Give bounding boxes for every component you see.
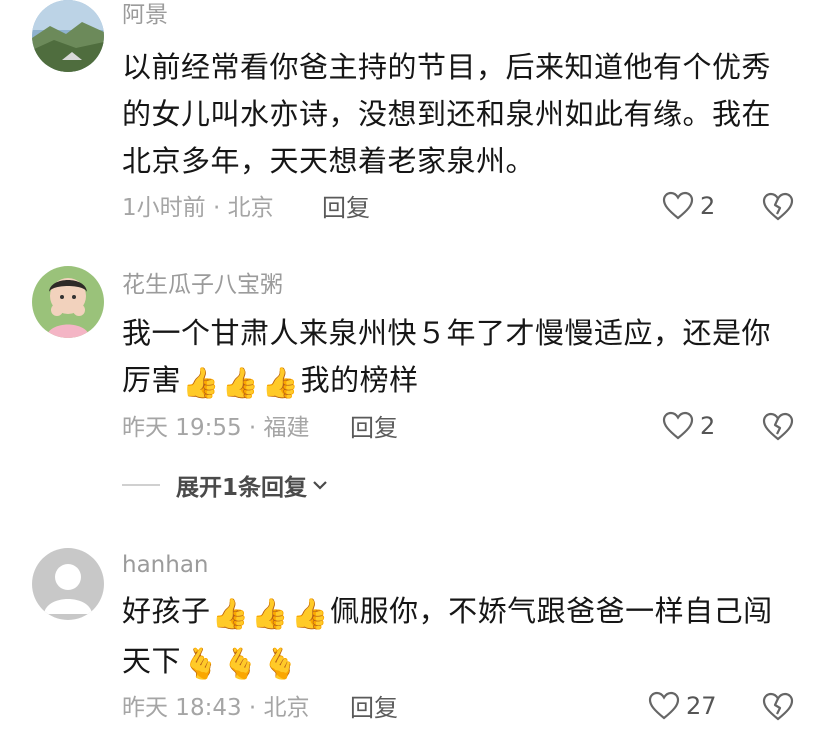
heart-icon (662, 191, 694, 220)
broken-heart-icon (762, 192, 794, 221)
divider (122, 484, 160, 486)
thumbs-up-emoji: 👍 (291, 597, 330, 632)
like-count: 2 (700, 192, 716, 220)
broken-heart-icon (762, 692, 794, 721)
like-button[interactable]: 2 (662, 191, 715, 221)
thumbs-up-emoji: 👍 (182, 366, 220, 401)
heart-icon (648, 691, 680, 720)
username[interactable]: 花生瓜子八宝粥 (122, 270, 283, 300)
comment-meta: 昨天 18:43 · 北京 (122, 695, 310, 721)
comment-text: 好孩子👍👍👍佩服你，不娇气跟爸爸一样自己闯 天下🫰🫰🫰 (122, 588, 802, 688)
dislike-button[interactable] (762, 192, 794, 226)
dislike-button[interactable] (762, 692, 794, 726)
comment-meta: 昨天 19:55 · 福建 (122, 415, 310, 441)
reply-button[interactable]: 回复 (322, 193, 370, 223)
avatar[interactable] (32, 266, 104, 338)
comment-text: 以前经常看你爸主持的节目，后来知道他有个优秀 的女儿叫水亦诗，没想到还和泉州如此… (122, 50, 772, 178)
expand-replies-label: 展开1条回复 (176, 475, 308, 501)
thumbs-up-emoji: 👍 (251, 597, 290, 632)
like-count: 2 (700, 412, 716, 440)
thumbs-up-emoji: 👍 (221, 366, 260, 401)
username[interactable]: hanhan (122, 550, 209, 580)
dislike-button[interactable] (762, 412, 794, 446)
reply-button[interactable]: 回复 (350, 413, 398, 443)
chevron-down-icon (313, 481, 327, 490)
heart-icon (662, 411, 694, 440)
finger-heart-emoji: 🫰 (182, 647, 220, 682)
like-button[interactable]: 2 (662, 411, 715, 441)
finger-heart-emoji: 🫰 (261, 647, 300, 682)
like-button[interactable]: 27 (648, 691, 717, 721)
username[interactable]: 阿景 (122, 0, 168, 30)
thumbs-up-emoji: 👍 (211, 597, 250, 632)
broken-heart-icon (762, 412, 794, 441)
comment-meta: 1小时前 · 北京 (122, 195, 274, 221)
reply-button[interactable]: 回复 (350, 693, 398, 723)
like-count: 27 (686, 692, 717, 720)
avatar[interactable] (32, 548, 104, 620)
comment-text: 我一个甘肃人来泉州快５年了才慢慢适应，还是你 厉害👍👍👍我的榜样 (122, 310, 802, 407)
finger-heart-emoji: 🫰 (221, 647, 260, 682)
expand-replies-button[interactable]: 展开1条回复 (122, 468, 329, 502)
thumbs-up-emoji: 👍 (261, 366, 300, 401)
avatar[interactable] (32, 0, 104, 72)
